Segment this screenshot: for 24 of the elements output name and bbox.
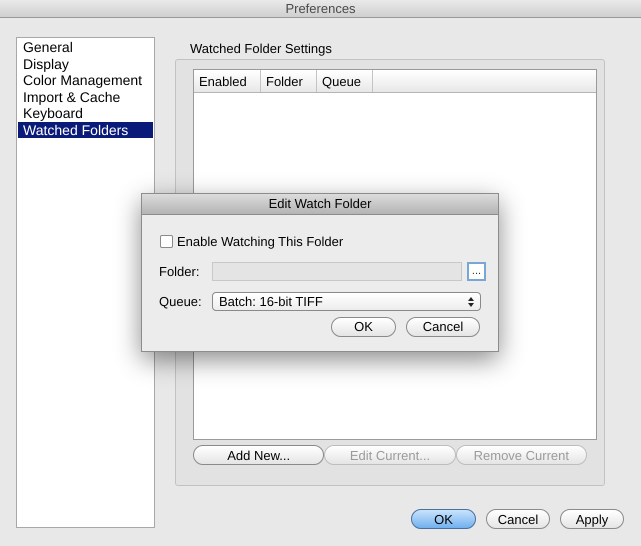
checkbox-label: Enable Watching This Folder: [177, 233, 344, 251]
stepper-arrows-icon: [468, 296, 474, 307]
field-label: Queue:: [159, 293, 203, 311]
dialog-title: Edit Watch Folder: [268, 195, 372, 214]
dialog-button[interactable]: OK: [411, 509, 476, 529]
checkbox[interactable]: [160, 235, 173, 248]
group-title: Watched Folder Settings: [190, 40, 333, 57]
window-title: Preferences: [285, 0, 356, 18]
column-header[interactable]: Enabled: [194, 70, 261, 92]
dialog-button[interactable]: OK: [331, 316, 396, 336]
category-item[interactable]: Color Management: [18, 72, 153, 88]
category-item[interactable]: General: [18, 39, 153, 56]
category-item[interactable]: Keyboard: [18, 105, 153, 122]
dialog-button[interactable]: Cancel: [406, 316, 480, 336]
field-label: Folder:: [159, 262, 200, 280]
column-header[interactable]: Folder: [261, 70, 317, 92]
dialog-button[interactable]: Apply: [560, 509, 624, 529]
column-header[interactable]: Queue: [317, 70, 373, 92]
category-item[interactable]: Watched Folders: [18, 122, 153, 138]
category-item[interactable]: Display: [18, 56, 153, 72]
category-item[interactable]: Import & Cache: [18, 88, 153, 105]
dialog-button[interactable]: Cancel: [486, 509, 550, 529]
table-action-button[interactable]: Add New...: [193, 445, 324, 465]
queue-select[interactable]: Batch: 16-bit TIFF: [212, 292, 481, 312]
